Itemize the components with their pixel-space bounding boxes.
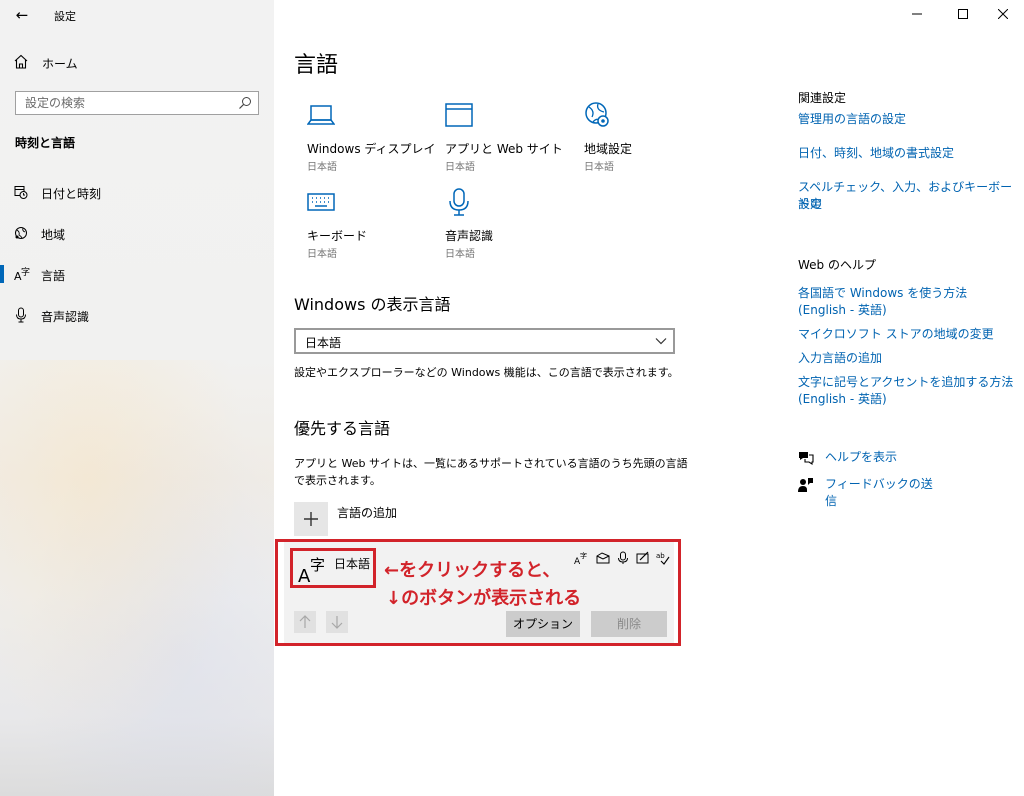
globe-settings-icon <box>584 101 612 132</box>
tile-title: Windows ディスプレイ <box>307 142 436 156</box>
display-language-description: 設定やエクスプローラーなどの Windows 機能は、この言語で表示されます。 <box>294 366 679 379</box>
get-help-label: ヘルプを表示 <box>825 450 898 464</box>
add-language-label: 言語の追加 <box>337 506 398 520</box>
sidebar-item-language[interactable]: A字 言語 <box>0 259 274 289</box>
link-admin-language-settings[interactable]: 管理用の言語の設定 <box>798 111 906 128</box>
laptop-icon <box>306 101 336 132</box>
language-icon: A字 <box>14 266 30 285</box>
app-title: 設定 <box>54 10 76 23</box>
annotation-text-2: ↓のボタンが表示される <box>386 588 582 609</box>
add-language-button[interactable]: 言語の追加 <box>294 502 494 536</box>
home-nav-item[interactable]: ホーム <box>14 54 254 72</box>
feedback-icon <box>798 477 814 496</box>
tile-subtitle: 日本語 <box>445 249 475 260</box>
sidebar-item-label: 日付と時刻 <box>41 187 102 201</box>
sidebar-item-label: 地域 <box>41 228 66 242</box>
tile-subtitle: 日本語 <box>307 162 337 173</box>
tile-subtitle: 日本語 <box>307 249 337 260</box>
microphone-icon <box>445 188 473 219</box>
calendar-clock-icon <box>14 184 28 203</box>
minimize-button[interactable] <box>894 0 940 30</box>
tile-apps-websites[interactable]: アプリと Web サイト 日本語 <box>445 101 575 181</box>
chat-help-icon <box>798 450 814 469</box>
microphone-icon <box>14 307 28 326</box>
back-arrow-icon: ← <box>15 6 29 24</box>
display-language-heading: Windows の表示言語 <box>294 295 451 314</box>
back-button[interactable]: ← <box>10 4 34 26</box>
preferred-languages-description-line1: アプリと Web サイトは、一覧にあるサポートされている言語のうち先頭の言語 <box>294 457 688 470</box>
link-change-store-region[interactable]: マイクロソフト ストアの地域の変更 <box>798 326 994 343</box>
plus-icon <box>294 502 328 536</box>
link-spellcheck-typing-keyboard[interactable]: スペルチェック、入力、およびキーボードの <box>798 179 1024 213</box>
chevron-down-icon <box>655 335 667 350</box>
display-language-dropdown[interactable]: 日本語 <box>294 328 675 354</box>
globe-icon <box>14 225 28 244</box>
feedback-label: フィードバックの送信 <box>825 477 933 508</box>
link-add-accents[interactable]: 文字に記号とアクセントを追加する方法 <box>798 374 1013 391</box>
home-icon <box>14 54 28 73</box>
tile-title: 音声認識 <box>445 229 494 243</box>
close-button[interactable] <box>980 0 1024 30</box>
home-label: ホーム <box>42 57 78 71</box>
window-icon <box>445 101 473 132</box>
feedback-link[interactable]: フィードバックの送信 <box>798 476 938 508</box>
annotation-text-1: ←をクリックすると、 <box>384 560 561 581</box>
sidebar-item-label: 音声認識 <box>41 310 90 324</box>
preferred-languages-heading: 優先する言語 <box>294 419 391 438</box>
search-icon[interactable] <box>238 96 252 113</box>
link-date-time-region-format[interactable]: 日付、時刻、地域の書式設定 <box>798 145 954 162</box>
link-add-accents-cont[interactable]: (English - 英語) <box>798 391 887 408</box>
get-help-link[interactable]: ヘルプを表示 <box>798 449 918 466</box>
tile-region-settings[interactable]: 地域設定 日本語 <box>584 101 714 181</box>
page-title: 言語 <box>294 53 339 78</box>
close-icon <box>997 7 1009 23</box>
search-input[interactable] <box>16 92 228 114</box>
section-title: 時刻と言語 <box>15 136 76 150</box>
link-use-windows-languages[interactable]: 各国語で Windows を使う方法 <box>798 285 967 302</box>
dropdown-value: 日本語 <box>305 336 342 350</box>
tile-windows-display[interactable]: Windows ディスプレイ 日本語 <box>306 101 437 181</box>
tile-title: 地域設定 <box>584 142 633 156</box>
tile-speech[interactable]: 音声認識 日本語 <box>445 188 575 268</box>
tile-title: アプリと Web サイト <box>445 142 563 156</box>
annotation-highlight-glyph <box>290 548 376 588</box>
sidebar-item-date-time[interactable]: 日付と時刻 <box>0 177 274 207</box>
link-use-windows-languages-cont[interactable]: (English - 英語) <box>798 302 887 319</box>
link-add-input-language[interactable]: 入力言語の追加 <box>798 350 882 367</box>
link-spellcheck-typing-keyboard-cont[interactable]: 設定 <box>798 196 822 213</box>
tile-subtitle: 日本語 <box>584 162 614 173</box>
tile-subtitle: 日本語 <box>445 162 475 173</box>
svg-text:字: 字 <box>21 266 30 278</box>
related-settings-heading: 関連設定 <box>798 91 847 105</box>
minimize-icon <box>912 7 922 23</box>
tile-title: キーボード <box>307 229 368 243</box>
sidebar: ← 設定 ホーム 時刻と言語 日付と時刻 地域 A字 言語 <box>0 0 274 796</box>
sidebar-item-speech[interactable]: 音声認識 <box>0 300 274 330</box>
search-box <box>15 91 259 115</box>
maximize-icon <box>958 7 968 23</box>
preferred-languages-description-line2: で表示されます。 <box>294 474 381 487</box>
keyboard-icon <box>307 188 335 219</box>
sidebar-item-region[interactable]: 地域 <box>0 218 274 248</box>
sidebar-item-label: 言語 <box>41 269 66 283</box>
web-help-heading: Web のヘルプ <box>798 258 876 272</box>
tile-keyboard[interactable]: キーボード 日本語 <box>307 188 437 268</box>
